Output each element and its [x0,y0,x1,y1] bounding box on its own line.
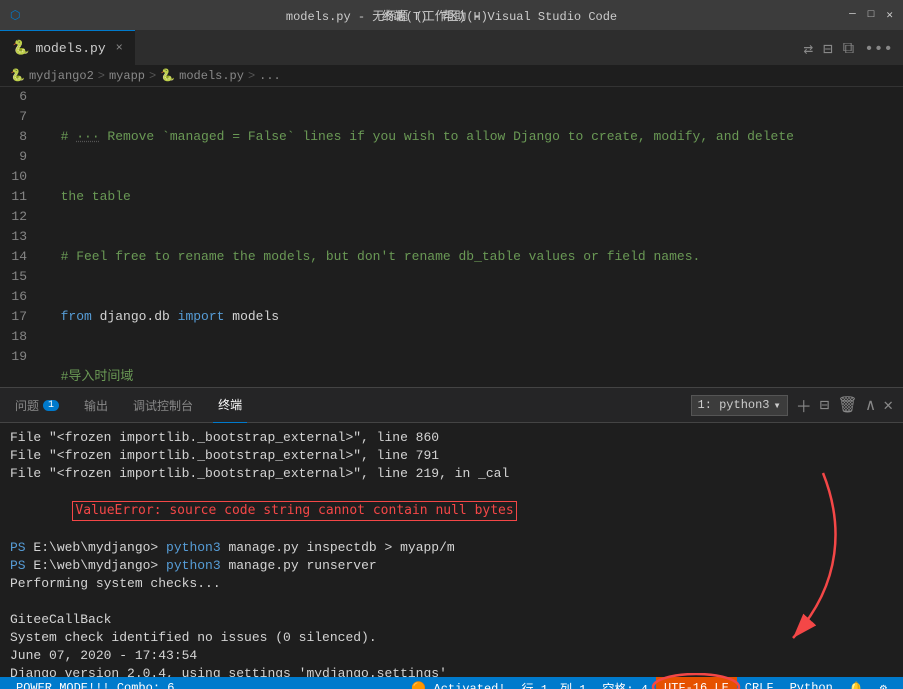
encoding-status[interactable]: UTF-16 LE [656,677,737,689]
terminal-line-12: Django version 2.0.4, using settings 'my… [10,665,893,677]
code-line-9: #导入时间域 [45,367,903,387]
code-line-6b: the table [45,187,903,207]
language-label: Python [790,681,833,689]
trash-icon[interactable]: 🗑 [837,395,857,415]
tab-debug-console[interactable]: 调试控制台 [128,388,198,423]
close-button[interactable]: ✕ [886,8,893,22]
terminal-line-9: GiteeCallBack [10,611,893,629]
titlebar-left: ⬡ [10,8,20,23]
panel-actions: 1: python3 ▾ ＋ ⊟ 🗑 ∧ ✕ [691,393,894,417]
app-icon: ⬡ [10,8,20,23]
terminal-line-3: File "<frozen importlib._bootstrap_exter… [10,465,893,483]
tab-problems[interactable]: 问题 1 [10,388,64,423]
tab-close-button[interactable]: × [116,41,123,55]
terminal-dropdown[interactable]: 1: python3 ▾ [691,395,788,416]
terminal-line-1: File "<frozen importlib._bootstrap_exter… [10,429,893,447]
close-panel-icon[interactable]: ✕ [883,395,893,415]
tabbar: 🐍 models.py × ⇄ ⊟ ⧉ ••• [0,30,903,65]
code-content: # ··· Remove `managed = False` lines if … [45,87,903,387]
problems-badge: 1 [43,400,59,411]
maximize-button[interactable]: □ [868,9,875,21]
activated-label: 🟠 Activated! [411,681,505,689]
tab-problems-label: 问题 [15,397,39,414]
power-mode-status: POWER MODE!!! Combo: 6 [8,677,182,689]
code-editor[interactable]: 6 7 8 9 10 11 12 13 14 15 16 17 18 19 # … [0,87,903,387]
breadcrumb: 🐍 mydjango2 > myapp > 🐍 models.py > ... [0,65,903,87]
notifications-button[interactable]: 🔔 [841,677,872,689]
terminal-body[interactable]: File "<frozen importlib._bootstrap_exter… [0,423,903,677]
power-mode-label: POWER MODE!!! Combo: 6 [16,681,174,689]
split-editor-icon[interactable]: ⇄ [803,39,813,59]
statusbar-left: POWER MODE!!! Combo: 6 [8,677,182,689]
terminal-line-10: System check identified no issues (0 sil… [10,629,893,647]
spaces-label: 空格: 4 [602,680,648,689]
layout-icon[interactable]: ⧉ [843,40,854,58]
spaces-status[interactable]: 空格: 4 [594,677,656,689]
statusbar-right: 🟠 Activated! 行 1，列 1 空格: 4 UTF-16 LE CRL… [403,677,895,689]
terminal-line-11: June 07, 2020 - 17:43:54 [10,647,893,665]
terminal-line-8 [10,593,893,611]
code-line-8: from django.db import models [45,307,903,327]
breadcrumb-file-icon: 🐍 [160,68,175,83]
line-numbers: 6 7 8 9 10 11 12 13 14 15 16 17 18 19 [0,87,45,387]
terminal-line-6: PS E:\web\mydjango> python3 manage.py ru… [10,557,893,575]
panel-tabs: 问题 1 输出 调试控制台 终端 1: python3 ▾ ＋ ⊟ 🗑 ∧ [0,388,903,423]
tab-terminal[interactable]: 终端 [213,388,247,423]
error-highlight: ValueError: source code string cannot co… [72,501,516,521]
chevron-up-icon[interactable]: ∧ [866,395,876,415]
code-line-7: # Feel free to rename the models, but do… [45,247,903,267]
encoding-label: UTF-16 LE [664,681,729,689]
tab-debug-label: 调试控制台 [133,397,193,414]
tab-terminal-label: 终端 [218,396,242,413]
activated-status[interactable]: 🟠 Activated! [403,677,513,689]
bell-icon: 🔔 [849,681,864,689]
position-status[interactable]: 行 1，列 1 [514,677,595,689]
file-icon: 🐍 [12,40,29,57]
add-terminal-icon[interactable]: ＋ [796,393,812,417]
tab-models-py[interactable]: 🐍 models.py × [0,30,135,65]
app-window: ⬡ 终端(T) 帮助(H) models.py - 无标题 (工作区) - Vi… [0,0,903,689]
chevron-down-icon: ▾ [774,398,781,413]
titlebar-title: models.py - 无标题 (工作区) - Visual Studio Co… [286,7,617,24]
terminal-line-error: ValueError: source code string cannot co… [10,483,893,539]
breadcrumb-symbol[interactable]: ... [259,69,281,83]
terminal-line-5: PS E:\web\mydjango> python3 manage.py in… [10,539,893,557]
tab-actions: ⇄ ⊟ ⧉ ••• [803,39,903,65]
tab-label: models.py [35,41,105,56]
more-icon[interactable]: ⊟ [823,39,833,59]
terminal-line-2: File "<frozen importlib._bootstrap_exter… [10,447,893,465]
language-status[interactable]: Python [782,677,841,689]
breadcrumb-sep-1: > [98,69,105,83]
panel: 问题 1 输出 调试控制台 终端 1: python3 ▾ ＋ ⊟ 🗑 ∧ [0,387,903,677]
breadcrumb-sep-3: > [248,69,255,83]
gear-icon: ⚙ [880,681,887,689]
breadcrumb-project[interactable]: mydjango2 [29,69,94,83]
position-label: 行 1，列 1 [522,680,587,689]
breadcrumb-file[interactable]: models.py [179,69,244,83]
tab-output[interactable]: 输出 [79,388,113,423]
ellipsis-icon[interactable]: ••• [864,40,893,58]
breadcrumb-sep-2: > [149,69,156,83]
terminal-line-7: Performing system checks... [10,575,893,593]
terminal-dropdown-label: 1: python3 [698,398,770,412]
code-line-6: # ··· Remove `managed = False` lines if … [45,127,903,147]
breadcrumb-project-icon: 🐍 [10,68,25,83]
titlebar: ⬡ 终端(T) 帮助(H) models.py - 无标题 (工作区) - Vi… [0,0,903,30]
split-terminal-icon[interactable]: ⊟ [820,395,830,415]
statusbar: POWER MODE!!! Combo: 6 🟠 Activated! 行 1，… [0,677,903,689]
settings-button[interactable]: ⚙ [872,677,895,689]
line-ending-status[interactable]: CRLF [737,677,782,689]
line-ending-label: CRLF [745,681,774,689]
titlebar-controls: ─ □ ✕ [849,8,893,22]
breadcrumb-folder[interactable]: myapp [109,69,145,83]
tab-output-label: 输出 [84,397,108,414]
minimize-button[interactable]: ─ [849,9,856,21]
